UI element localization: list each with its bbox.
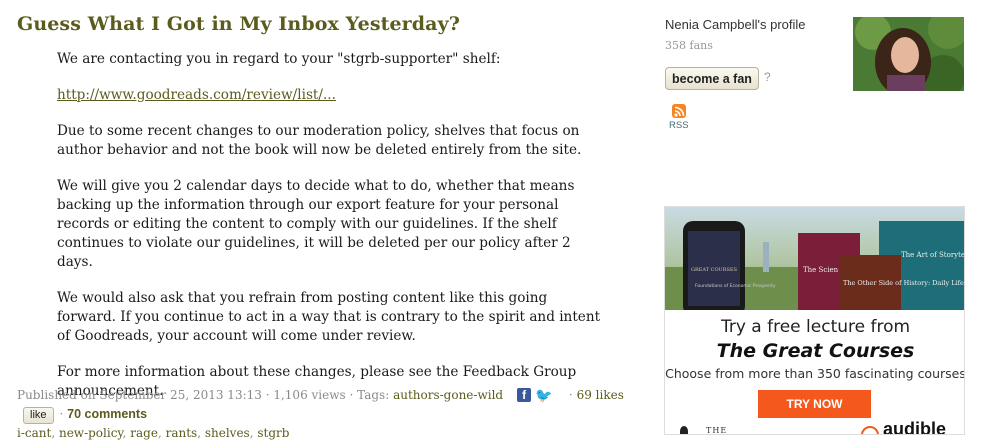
audible-icon [861, 426, 879, 434]
torch-icon [680, 426, 688, 434]
view-count: 1,106 views [273, 388, 346, 402]
phone-text: Foundations of Economic Prosperity [695, 283, 776, 289]
review-list-link[interactable]: http://www.goodreads.com/review/list/... [57, 87, 336, 103]
published-date: Published on September 25, 2013 13:13 [17, 388, 262, 402]
great-courses-ad[interactable]: GREAT COURSES Foundations of Economic Pr… [664, 206, 965, 435]
tags-label: Tags: [357, 388, 390, 402]
post-body: We are contacting you in regard to your … [57, 50, 607, 418]
post-paragraph: We will give you 2 calendar days to deci… [57, 178, 575, 270]
post-title[interactable]: Guess What I Got in My Inbox Yesterday? [17, 13, 460, 35]
twitter-icon[interactable]: 🐦 [535, 389, 552, 403]
book-title: The Other Side of History: Daily Life in… [843, 279, 965, 287]
tag-link[interactable]: rants [166, 426, 198, 440]
like-button[interactable]: like [23, 407, 54, 424]
rss-link[interactable]: RSS [669, 120, 689, 131]
post-paragraph: Due to some recent changes to our modera… [57, 123, 582, 158]
rss-icon[interactable] [672, 104, 686, 118]
tag-link[interactable]: stgrb [257, 426, 289, 440]
likes-count[interactable]: 69 likes [577, 388, 624, 402]
tag-link[interactable]: rage [130, 426, 158, 440]
profile-link[interactable]: Nenia Campbell's profile [665, 17, 806, 32]
post-paragraph: We would also ask that you refrain from … [57, 290, 601, 344]
tag-link[interactable]: i-cant [17, 426, 51, 440]
blog-post: Guess What I Got in My Inbox Yesterday? … [0, 0, 640, 440]
tag-link[interactable]: new-policy [59, 426, 123, 440]
book-title: The Art of Storytelling: [901, 251, 965, 259]
ad-subline: Choose from more than 350 fascinating co… [665, 366, 965, 381]
tag-link[interactable]: authors-gone-wild [393, 388, 503, 402]
ad-headline: Try a free lecture from [720, 317, 911, 337]
tag-link[interactable]: shelves [205, 426, 250, 440]
svg-text:GREAT COURSES: GREAT COURSES [691, 267, 738, 273]
try-now-button[interactable]: TRY NOW [758, 390, 871, 418]
ad-footer-logo: THE [706, 426, 728, 435]
ad-banner-image: GREAT COURSES Foundations of Economic Pr… [665, 207, 965, 310]
fan-count: 358 fans [665, 39, 713, 52]
audible-logo: audible [883, 419, 947, 435]
post-paragraph: We are contacting you in regard to your … [57, 51, 501, 67]
avatar[interactable] [853, 17, 964, 91]
become-a-fan-button[interactable]: become a fan [665, 67, 759, 90]
ad-brand: The Great Courses [716, 340, 915, 362]
post-meta: Published on September 25, 2013 13:13 · … [17, 387, 624, 440]
help-icon[interactable]: ? [764, 70, 771, 84]
facebook-icon[interactable]: f [517, 388, 532, 402]
comments-link[interactable]: 70 comments [67, 407, 147, 421]
